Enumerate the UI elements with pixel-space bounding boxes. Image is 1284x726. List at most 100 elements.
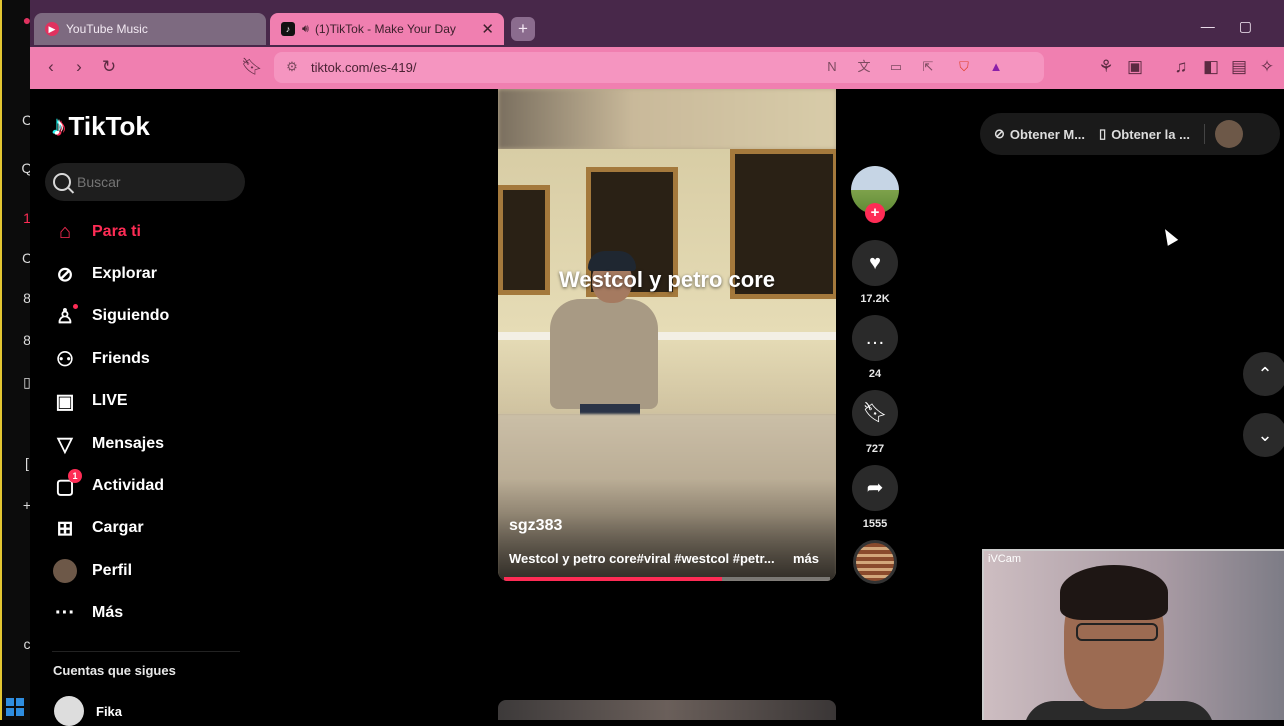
live-icon: ▣: [55, 390, 75, 413]
sidebar: ♪ TikTok ⌂ Para ti ⊘ Explorar ♙ Siguiend…: [30, 89, 255, 726]
browser-toolbar: ‹ › ↻ 🔖︎ ⚙ tiktok.com/es-419/ N 文 ▭ ⇱ ⛉ …: [30, 47, 1284, 89]
cast-icon[interactable]: ▭: [886, 57, 906, 77]
search-icon: [53, 173, 71, 191]
search-input[interactable]: [77, 174, 227, 190]
like-count: 17.2K: [860, 293, 890, 305]
heart-icon: ♥: [869, 252, 881, 274]
back-icon[interactable]: ‹: [40, 56, 62, 78]
get-app-button[interactable]: ▯ Obtener la ...: [1099, 126, 1190, 142]
new-tab-button[interactable]: +: [511, 17, 535, 41]
video-caption: Westcol y petro core#viral #westcol #pet…: [509, 551, 775, 566]
account-name: Fika: [96, 703, 123, 719]
divider: [1203, 124, 1205, 144]
video-progress-fill: [504, 577, 723, 581]
top-right-actions: ⊘ Obtener M... ▯ Obtener la ...: [980, 113, 1280, 155]
tab-label: (1)TikTok - Make Your Day: [314, 22, 456, 36]
leo-icon[interactable]: ✧: [1256, 56, 1278, 78]
reload-icon[interactable]: ↻: [98, 56, 120, 78]
comment-icon: …: [865, 327, 885, 349]
close-tab-icon[interactable]: ✕: [481, 20, 494, 38]
tiktok-logo[interactable]: ♪ TikTok: [52, 111, 150, 142]
url-text[interactable]: tiktok.com/es-419/: [311, 60, 417, 75]
translate-icon[interactable]: 文: [854, 57, 874, 77]
extensions-icon[interactable]: ⚘: [1095, 56, 1117, 78]
home-icon: ⌂: [58, 220, 72, 243]
tab-youtube-music[interactable]: ▶ YouTube Music: [34, 13, 266, 45]
music-icon[interactable]: ♫: [1170, 56, 1192, 78]
bookmark-icon: 🔖︎: [862, 402, 888, 424]
sidebar-item-explorar[interactable]: ⊘ Explorar: [52, 259, 157, 289]
webcam-label: iVCam: [988, 553, 1022, 565]
site-info-icon[interactable]: ⚙: [282, 57, 302, 77]
sidebar-item-actividad[interactable]: ▢ 1 Actividad: [52, 469, 164, 501]
share-arrow-icon: ➦: [866, 477, 884, 499]
speaker-icon: 🔊︎: [302, 22, 309, 35]
scroll-up-button[interactable]: ⌃: [1243, 352, 1284, 396]
rewards-icon[interactable]: ▲: [986, 57, 1006, 77]
sidebar-item-live[interactable]: ▣ LIVE: [52, 386, 128, 416]
sidebar-item-mensajes[interactable]: ▽ Mensajes: [52, 429, 164, 459]
wallet-icon[interactable]: ▤: [1228, 56, 1250, 78]
address-bar[interactable]: ⚙ tiktok.com/es-419/ N 文 ▭ ⇱ ⛉ ▲: [274, 52, 1044, 83]
following-accounts-title: Cuentas que sigues: [53, 663, 176, 678]
save-button[interactable]: 🔖︎: [852, 390, 898, 436]
avatar[interactable]: [1214, 120, 1243, 148]
follow-plus-icon[interactable]: +: [865, 203, 885, 223]
sidebar-icon[interactable]: ◧: [1200, 56, 1222, 78]
reader-icon[interactable]: N: [822, 57, 842, 77]
video-person: [540, 229, 660, 424]
profile-icon: [52, 558, 78, 584]
sidebar-item-friends[interactable]: ⚇ Friends: [52, 344, 150, 374]
get-coins-button[interactable]: ⊘ Obtener M...: [994, 126, 1085, 142]
tiktok-note-icon: ♪: [52, 111, 66, 141]
window-controls[interactable]: —▢: [1201, 18, 1276, 35]
comment-button[interactable]: …: [852, 315, 898, 361]
sidebar-item-cargar[interactable]: ⊞ Cargar: [52, 513, 144, 543]
video-blur-top: [498, 89, 836, 149]
scroll-down-button[interactable]: ⌄: [1243, 413, 1284, 457]
chevron-up-icon: ⌃: [1257, 364, 1273, 384]
windows-start-icon[interactable]: [6, 698, 24, 716]
caption-more-button[interactable]: más: [793, 551, 819, 566]
activity-icon: ▢ 1: [52, 469, 82, 499]
share-button[interactable]: ➦: [852, 465, 898, 511]
left-edge-panel: ● C Q 1 C 8 8 ▯ [ + c: [0, 0, 32, 720]
compass-icon: ⊘: [56, 263, 74, 286]
video-overlay-text: Westcol y petro core: [559, 267, 775, 292]
chevron-down-icon: ⌄: [1257, 425, 1273, 445]
save-count: 727: [865, 443, 885, 455]
brave-shield-icon[interactable]: ⛉: [954, 57, 974, 77]
video-author[interactable]: sgz383: [509, 517, 562, 535]
sidebar-item-perfil[interactable]: Perfil: [52, 556, 132, 586]
like-button[interactable]: ♥: [852, 240, 898, 286]
following-account[interactable]: Fika: [54, 696, 122, 726]
more-icon: ···: [55, 601, 75, 624]
following-icon: ♙: [52, 303, 78, 329]
webcam-overlay: iVCam: [982, 549, 1284, 720]
comment-count: 24: [868, 368, 882, 380]
upload-icon: ⊞: [56, 517, 74, 540]
youtube-music-icon: ▶: [45, 22, 59, 36]
avatar: [54, 696, 84, 726]
music-disc[interactable]: [853, 540, 897, 584]
friends-icon: ⚇: [56, 348, 74, 371]
search-box[interactable]: [45, 163, 245, 201]
tab-tiktok[interactable]: ♪ 🔊︎ (1)TikTok - Make Your Day ✕: [270, 13, 504, 45]
compass-icon: ⊘: [994, 126, 1005, 141]
divider: [52, 651, 240, 652]
sidebar-item-para-ti[interactable]: ⌂ Para ti: [52, 217, 141, 247]
messages-icon: ▽: [57, 433, 73, 456]
sidebar-item-siguiendo[interactable]: ♙ Siguiendo: [52, 301, 169, 331]
next-video-peek[interactable]: [498, 700, 836, 720]
screenshot-icon[interactable]: ▣: [1124, 56, 1146, 78]
share-count: 1555: [862, 518, 888, 530]
phone-icon: ▯: [1099, 126, 1107, 141]
tab-label: YouTube Music: [66, 22, 148, 36]
sidebar-item-mas[interactable]: ··· Más: [52, 598, 123, 628]
video-player[interactable]: Westcol y petro core sgz383 Westcol y pe…: [498, 89, 836, 581]
notification-badge: 1: [68, 469, 82, 483]
bookmark-icon[interactable]: 🔖︎: [241, 56, 263, 78]
video-progress[interactable]: [504, 577, 830, 581]
share-icon[interactable]: ⇱: [918, 57, 938, 77]
forward-icon[interactable]: ›: [68, 56, 90, 78]
